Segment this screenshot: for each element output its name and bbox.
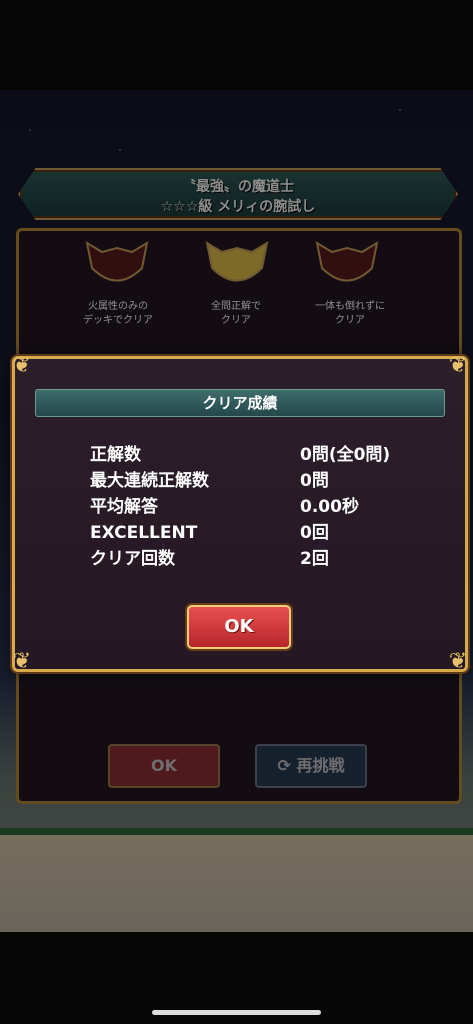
home-indicator[interactable] (152, 1010, 321, 1015)
corner-ornament-icon: ❦ (12, 353, 32, 378)
stat-label: 平均解答 (90, 497, 158, 517)
stat-row: EXCELLENT 0回 (90, 520, 410, 546)
clear-results-dialog: ❦ ❦ ❦ ❦ クリア成績 正解数 0問(全0問) 最大連続正解数 0問 平均解… (12, 353, 468, 674)
stat-value: 2回 (300, 549, 329, 569)
stat-label: 正解数 (90, 445, 141, 465)
ok-button[interactable]: OK (187, 605, 291, 649)
stat-row: クリア回数 2回 (90, 546, 410, 572)
corner-ornament-icon: ❦ (12, 649, 32, 674)
stat-value: 0問(全0問) (300, 445, 391, 465)
stat-label: クリア回数 (90, 549, 175, 569)
stat-row: 平均解答 0.00秒 (90, 494, 410, 520)
stat-row: 最大連続正解数 0問 (90, 468, 410, 494)
stat-row: 正解数 0問(全0問) (90, 442, 410, 468)
stat-label: EXCELLENT (90, 523, 198, 543)
dialog-title: クリア成績 (35, 389, 445, 417)
stat-value: 0回 (300, 523, 329, 543)
stats-list: 正解数 0問(全0問) 最大連続正解数 0問 平均解答 0.00秒 EXCELL… (90, 442, 410, 572)
stat-label: 最大連続正解数 (90, 471, 209, 491)
corner-ornament-icon: ❦ (448, 353, 468, 378)
stat-value: 0問 (300, 471, 329, 491)
stat-value: 0.00秒 (300, 497, 359, 517)
corner-ornament-icon: ❦ (448, 649, 468, 674)
